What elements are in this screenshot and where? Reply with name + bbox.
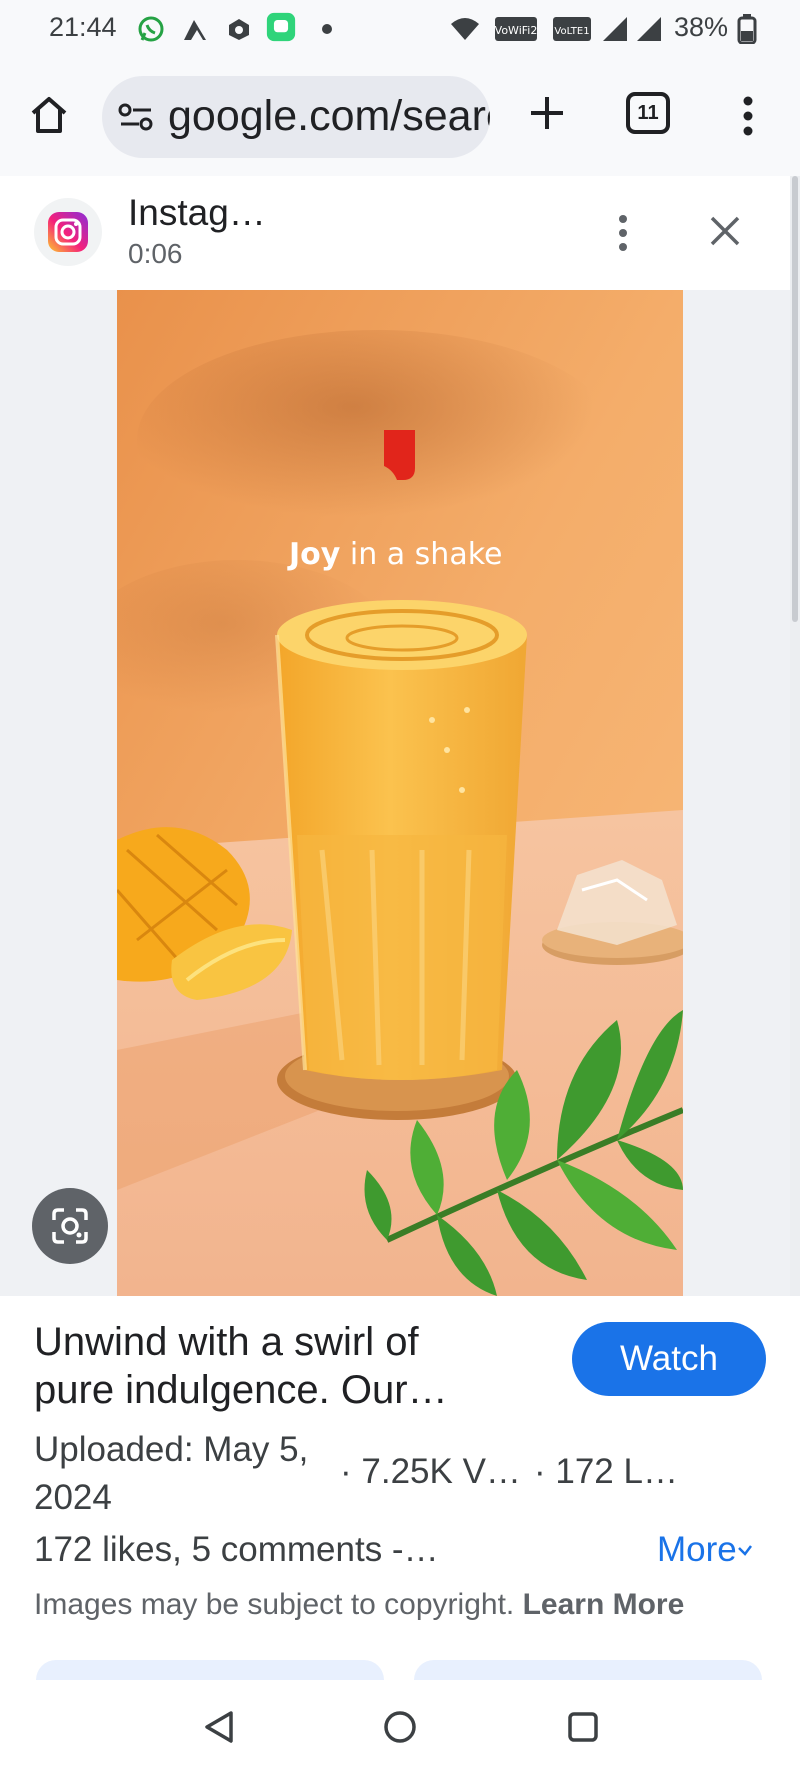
related-chip[interactable] (414, 1660, 762, 1680)
wifi-icon (450, 14, 480, 44)
whatsapp-icon (136, 14, 166, 44)
source-name[interactable]: Instag… (128, 192, 266, 234)
source-menu-button[interactable] (608, 210, 638, 256)
signal-icon (600, 14, 630, 44)
browser-toolbar: google.com/search 11 (0, 62, 800, 177)
preview-image[interactable]: Joy in a shake (117, 290, 683, 1296)
home-icon (31, 97, 67, 133)
close-button[interactable] (700, 206, 750, 256)
more-label: More (657, 1530, 737, 1569)
chevron-down-icon (737, 1545, 752, 1556)
more-vert-icon (743, 96, 753, 136)
new-tab-button[interactable] (522, 88, 572, 138)
app-icon (224, 14, 254, 44)
back-icon (205, 1711, 233, 1743)
browser-menu-button[interactable] (728, 88, 768, 144)
vowifi-icon: VoWiFi2 (494, 14, 538, 44)
battery-icon (732, 14, 762, 44)
svg-text:VoWiFi2: VoWiFi2 (495, 24, 538, 37)
related-chip[interactable] (36, 1660, 384, 1680)
source-header: Instag… 0:06 (0, 176, 790, 290)
app-icon (180, 14, 210, 44)
home-circle-icon (384, 1711, 416, 1743)
shake-photo: Joy in a shake (117, 290, 683, 1296)
back-button[interactable] (194, 1702, 244, 1752)
system-nav-bar (0, 1680, 800, 1775)
view-count: · 7.25K V… (340, 1452, 521, 1491)
close-icon (710, 216, 740, 246)
battery-percent: 38% (674, 12, 729, 42)
url-text: google.com/search (168, 92, 490, 140)
volte-icon: VoLTE1 (552, 14, 592, 44)
status-bar: 21:44 VoWiFi2 VoLTE1 38% (0, 0, 800, 62)
tab-switcher-button[interactable]: 11 (626, 92, 670, 134)
plus-icon (531, 97, 563, 129)
recents-icon (568, 1712, 598, 1742)
chat-app-icon (266, 12, 296, 42)
google-lens-button[interactable] (32, 1188, 108, 1264)
home-button[interactable] (24, 90, 74, 140)
more-vert-icon (619, 215, 627, 251)
image-caption: Joy in a shake (287, 537, 502, 572)
address-bar[interactable]: google.com/search (102, 76, 490, 158)
instagram-icon (48, 212, 88, 252)
copyright-notice: Images may be subject to copyright. Lear… (34, 1588, 684, 1622)
result-title-line: Unwind with a swirl of (34, 1320, 419, 1364)
result-description: 172 likes, 5 comments -… (34, 1530, 439, 1569)
more-link[interactable]: More (657, 1530, 753, 1570)
recents-button[interactable] (558, 1702, 608, 1752)
like-count: · 172 L… (534, 1452, 678, 1491)
upload-date: Uploaded: May 5, 2024 (34, 1430, 309, 1517)
google-lens-icon (52, 1208, 88, 1244)
result-title[interactable]: Unwind with a swirl of pure indulgence. … (34, 1318, 534, 1414)
scrollbar-thumb[interactable] (792, 176, 798, 622)
home-nav-button[interactable] (375, 1702, 425, 1752)
shake-glass (275, 600, 527, 1080)
copyright-text: Images may be subject to copyright. (34, 1588, 515, 1621)
watch-button[interactable]: Watch (572, 1322, 766, 1396)
learn-more-link[interactable]: Learn More (523, 1588, 685, 1621)
status-time: 21:44 (49, 12, 117, 42)
tab-count: 11 (637, 101, 659, 124)
video-duration: 0:06 (128, 238, 183, 269)
svg-text:VoLTE1: VoLTE1 (554, 26, 589, 37)
source-avatar[interactable] (34, 198, 102, 266)
result-title-line: pure indulgence. Our… (34, 1368, 448, 1412)
dot-icon (312, 14, 342, 44)
site-settings-icon[interactable] (118, 102, 154, 132)
signal-icon (634, 14, 664, 44)
